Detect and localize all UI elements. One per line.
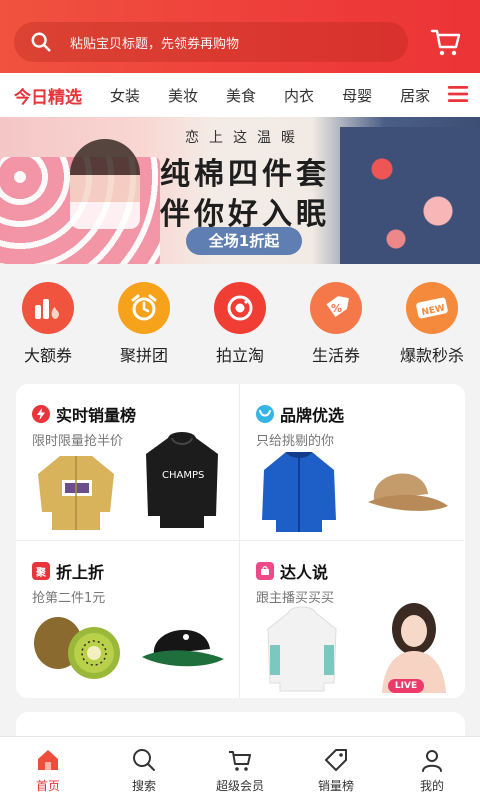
tag-percent-icon: % (310, 282, 362, 334)
lightning-icon (32, 405, 50, 423)
search-bar[interactable]: 粘贴宝贝标题，先领券再购物 (14, 22, 408, 62)
card-title: 折上折 (56, 563, 105, 582)
new-badge-icon: NEW (406, 282, 458, 334)
card-header: 聚 折上折 (32, 559, 104, 583)
card-subtitle: 跟主播买买买 (256, 591, 335, 606)
bag-icon (256, 562, 274, 580)
user-icon (422, 750, 442, 772)
tag-icon (325, 749, 347, 771)
svg-text:%: % (331, 302, 342, 315)
quick-link-label: 大额券 (23, 346, 72, 365)
nav-search[interactable]: 搜索 (96, 737, 192, 800)
live-badge: LIVE (388, 679, 424, 693)
quick-link-flash-sale[interactable]: NEW 爆款秒杀 (384, 264, 480, 374)
nav-label: 销量榜 (317, 779, 354, 793)
banner-discount-pill: 全场1折起 (186, 227, 302, 255)
camera-icon (214, 282, 266, 334)
tab-underwear[interactable]: 内衣 (284, 85, 314, 106)
banner-subtitle: 恋上这温暖 (185, 130, 305, 146)
quick-link-label: 生活券 (311, 346, 360, 365)
nav-sales-ranking[interactable]: 销量榜 (288, 737, 384, 800)
product-kiwi-image (34, 617, 120, 679)
card-sales-ranking[interactable]: 实时销量榜 限时限量抢半价 CHAMPS (16, 384, 240, 541)
feature-card-grid: 实时销量榜 限时限量抢半价 CHAMPS 品牌优选 只给挑剔的你 聚 折上折 抢… (16, 384, 465, 698)
card-double-discount[interactable]: 聚 折上折 抢第二件1元 (16, 541, 240, 698)
promo-banner[interactable]: 恋上这温暖 纯棉四件套 伴你好入眠 全场1折起 (0, 117, 480, 264)
quick-link-label: 拍立淘 (215, 346, 264, 365)
tab-beauty[interactable]: 美妆 (168, 85, 198, 106)
card-header: 实时销量榜 (32, 402, 136, 426)
product-jacket-image (38, 456, 114, 530)
banner-model-image (70, 139, 140, 229)
tab-womens[interactable]: 女装 (110, 85, 140, 106)
alarm-clock-icon (118, 282, 170, 334)
product-snapback-image (142, 629, 224, 667)
quick-links: 大额券 聚拼团 拍立淘 % 生活券 NEW 爆款秒杀 (0, 264, 480, 374)
cart-icon[interactable] (430, 27, 462, 57)
cart-icon (229, 751, 251, 771)
home-icon (38, 750, 58, 770)
quick-link-photo-search[interactable]: 拍立淘 (192, 264, 288, 374)
card-header: 品牌优选 (256, 402, 344, 426)
nav-super-member[interactable]: 超级会员 (192, 737, 288, 800)
product-cap-image (368, 473, 448, 511)
search-icon (31, 32, 51, 52)
search-icon (133, 749, 155, 771)
card-header: 达人说 (256, 559, 328, 583)
smile-icon (256, 405, 274, 423)
card-influencer[interactable]: 达人说 跟主播买买买 LIVE (240, 541, 464, 698)
quick-link-big-coupon[interactable]: 大额券 (0, 264, 96, 374)
banner-headline-1: 纯棉四件套 (160, 157, 330, 192)
card-brand-selection[interactable]: 品牌优选 只给挑剔的你 (240, 384, 464, 541)
card-title: 品牌优选 (280, 406, 345, 425)
tab-baby[interactable]: 母婴 (342, 85, 372, 106)
category-tabs: 今日精选 女装 美妆 美食 内衣 母婴 居家 (0, 73, 480, 117)
bottom-nav: 首页 搜索 超级会员 销量榜 我的 (0, 736, 480, 800)
card-title: 实时销量榜 (56, 406, 137, 425)
tab-food[interactable]: 美食 (226, 85, 256, 106)
banner-floral-bedding-image (340, 127, 480, 264)
top-header: 粘贴宝贝标题，先领券再购物 (0, 0, 480, 73)
product-blue-jacket-image (262, 452, 336, 532)
product-white-hoodie-image (267, 606, 337, 692)
quick-link-label: 聚拼团 (119, 346, 168, 365)
tab-today-picks[interactable]: 今日精选 (14, 83, 82, 108)
card-title: 达人说 (280, 563, 329, 582)
nav-label: 超级会员 (215, 779, 264, 793)
nav-label: 搜索 (131, 779, 156, 793)
tab-home[interactable]: 居家 (400, 85, 430, 106)
gather-tag-icon: 聚 (32, 562, 50, 580)
menu-icon[interactable] (448, 85, 468, 103)
product-hoodie-image: CHAMPS (146, 432, 218, 528)
search-placeholder: 粘贴宝贝标题，先领券再购物 (70, 36, 240, 52)
quick-link-label: 爆款秒杀 (399, 346, 464, 365)
hoodie-print-text: CHAMPS (162, 470, 204, 481)
nav-home[interactable]: 首页 (0, 737, 96, 800)
nav-label: 首页 (35, 779, 60, 793)
card-subtitle: 只给挑剔的你 (256, 434, 335, 449)
quick-link-group-buy[interactable]: 聚拼团 (96, 264, 192, 374)
quick-link-life-coupon[interactable]: % 生活券 (288, 264, 384, 374)
nav-label: 我的 (419, 779, 444, 793)
card-subtitle: 限时限量抢半价 (32, 434, 124, 449)
nav-profile[interactable]: 我的 (384, 737, 480, 800)
coupon-chart-icon (22, 282, 74, 334)
card-subtitle: 抢第二件1元 (32, 591, 106, 606)
